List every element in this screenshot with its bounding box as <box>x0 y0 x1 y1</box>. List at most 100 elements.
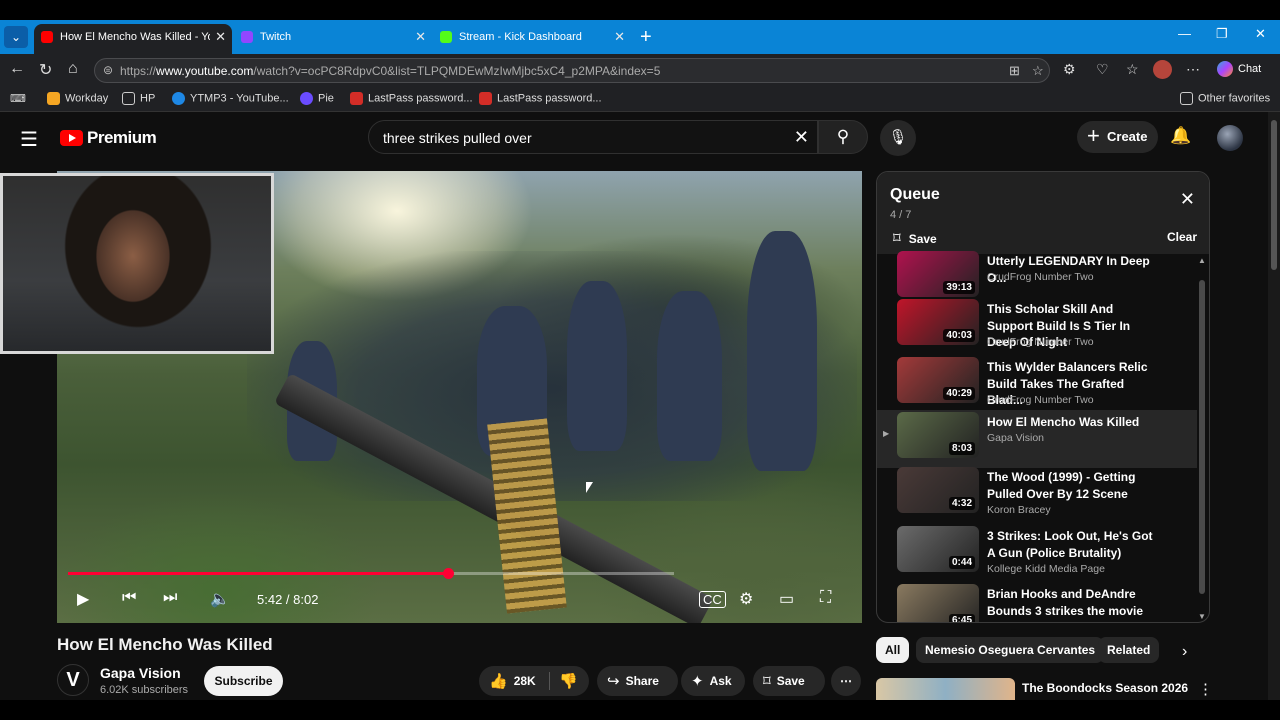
app-available-icon[interactable]: ⊞ <box>1009 63 1020 79</box>
tab-youtube[interactable]: How El Mencho Was Killed - YouTube ✕ <box>34 24 232 54</box>
channel-avatar[interactable]: V <box>57 664 89 696</box>
dislike-button[interactable]: 👎 <box>559 666 584 697</box>
captions-icon[interactable]: CC <box>699 591 726 608</box>
like-button[interactable]: 👍 28K <box>489 666 536 697</box>
more-vertical-icon[interactable]: ⋮ <box>1198 680 1213 698</box>
other-favorites[interactable]: Other favorites <box>1180 92 1270 105</box>
hamburger-menu-icon[interactable]: ☰ <box>20 127 38 152</box>
more-menu-icon[interactable]: ⋯ <box>1186 61 1200 78</box>
recommended-title[interactable]: The Boondocks Season 2026 <box>1022 681 1188 695</box>
bookmark-pie[interactable]: Pie <box>300 92 334 105</box>
queue-save-label: Save <box>908 232 937 246</box>
queue-item-channel: CrudFrog Number Two <box>987 336 1094 348</box>
profile-avatar[interactable] <box>1153 60 1172 79</box>
close-queue-icon[interactable]: ✕ <box>1180 189 1195 210</box>
queue-thumbnail: 6:45 <box>897 584 979 622</box>
new-tab-icon[interactable]: + <box>640 24 652 50</box>
minimize-icon[interactable]: — <box>1178 26 1191 41</box>
volume-icon[interactable]: 🔈 <box>210 589 230 609</box>
search-button[interactable]: ⚲ <box>818 120 868 154</box>
video-scene-figure <box>657 291 722 461</box>
refresh-icon[interactable]: ↻ <box>39 60 52 80</box>
notifications-bell-icon[interactable]: 🔔 <box>1170 126 1191 146</box>
play-icon[interactable]: ▶ <box>77 589 89 609</box>
queue-thumbnail: 40:29 <box>897 357 979 403</box>
page-scrollbar[interactable] <box>1268 112 1280 700</box>
close-tab-icon[interactable]: ✕ <box>215 24 226 50</box>
save-button[interactable]: ⌑ Save <box>753 666 825 696</box>
chip-all[interactable]: All <box>876 637 910 663</box>
chevron-right-icon[interactable]: › <box>1182 643 1187 661</box>
tab-kick[interactable]: Stream - Kick Dashboard ✕ <box>433 24 631 54</box>
subscribe-button[interactable]: Subscribe <box>204 666 283 696</box>
scroll-up-icon[interactable]: ▲ <box>1198 256 1206 265</box>
chat-label: Chat <box>1238 62 1262 75</box>
back-icon[interactable]: ← <box>9 60 25 78</box>
bookmark-workday[interactable]: Workday <box>47 92 108 105</box>
queue-item[interactable]: 0:44 3 Strikes: Look Out, He's Got A Gun … <box>877 524 1197 582</box>
bookmarks-bar: ⌨ Workday HP YTMP3 - YouTube... Pie Last… <box>0 86 1280 112</box>
pie-icon <box>300 92 313 105</box>
ask-button[interactable]: ✦ Ask <box>681 666 745 696</box>
queue-thumbnail: 0:44 <box>897 526 979 572</box>
duration-badge: 0:44 <box>948 556 975 569</box>
copilot-chat-button[interactable]: Chat <box>1217 61 1261 77</box>
progress-scrubber-handle[interactable] <box>443 568 454 579</box>
search-input[interactable]: three strikes pulled over ✕ <box>368 120 818 154</box>
close-tab-icon[interactable]: ✕ <box>415 24 426 50</box>
create-button[interactable]: Create <box>1077 120 1158 153</box>
page-scrollbar-thumb[interactable] <box>1271 120 1277 270</box>
bookmarks-menu-icon[interactable]: ⌨ <box>10 92 26 105</box>
queue-item-title: How El Mencho Was Killed <box>987 415 1140 429</box>
close-tab-icon[interactable]: ✕ <box>614 24 625 50</box>
youtube-play-logo-icon <box>60 130 83 146</box>
youtube-header: ☰ Premium three strikes pulled over ✕ ⚲ … <box>0 112 1268 164</box>
like-dislike-group: 👍 28K 👎 <box>479 666 589 696</box>
microphone-icon: 🎙 <box>888 129 908 146</box>
home-icon[interactable]: ⌂ <box>68 60 78 78</box>
logo-text: Premium <box>87 128 157 147</box>
webcam-overlay <box>0 173 274 354</box>
bookmark-folder-hp[interactable]: HP <box>122 92 155 105</box>
chip-related[interactable]: Related <box>1098 637 1160 663</box>
address-bar[interactable]: ⊜ https://www.youtube.com/watch?v=ocPC8R… <box>94 58 1050 83</box>
queue-save-button[interactable]: ⌑ Save <box>893 229 937 247</box>
queue-item[interactable]: 6:45 Brian Hooks and DeAndre Bounds 3 str… <box>877 582 1197 622</box>
clear-search-icon[interactable]: ✕ <box>794 127 809 148</box>
url-host: www.youtube.com <box>156 64 254 78</box>
scroll-down-icon[interactable]: ▼ <box>1198 612 1206 621</box>
chip-nemesio[interactable]: Nemesio Oseguera Cervantes <box>916 637 1105 663</box>
queue-item[interactable]: 4:32 The Wood (1999) - Getting Pulled Ove… <box>877 465 1197 523</box>
favorites-icon[interactable]: ☆ <box>1126 61 1139 78</box>
next-icon[interactable]: ⏭ <box>163 589 177 607</box>
extensions-icon[interactable]: ⚙ <box>1063 61 1076 78</box>
queue-clear-button[interactable]: Clear <box>1167 230 1197 244</box>
url-prefix: https:// <box>120 64 157 78</box>
tab-twitch[interactable]: Twitch ✕ <box>234 24 432 54</box>
bookmark-lastpass-2[interactable]: LastPass password... <box>479 92 602 105</box>
queue-item[interactable]: ▶ 8:03 How El Mencho Was Killed Gapa Vision <box>877 410 1197 468</box>
bookmark-ytmp3[interactable]: YTMP3 - YouTube... <box>172 92 289 105</box>
share-button[interactable]: ↪ Share <box>597 666 678 696</box>
restore-icon[interactable]: ❐ <box>1216 26 1228 42</box>
queue-item[interactable]: 40:03 This Scholar Skill And Support Buil… <box>877 297 1197 355</box>
theater-mode-icon[interactable]: ▭ <box>779 589 794 609</box>
browser-essentials-icon[interactable]: ♡ <box>1096 61 1109 78</box>
site-info-icon[interactable]: ⊜ <box>103 63 113 77</box>
close-window-icon[interactable]: ✕ <box>1255 26 1266 42</box>
fullscreen-icon[interactable]: ⛶ <box>820 589 831 607</box>
bookmark-icon: ⌑ <box>893 230 901 247</box>
channel-name[interactable]: Gapa Vision <box>100 665 181 681</box>
favorite-star-icon[interactable]: ☆ <box>1032 63 1044 79</box>
more-actions-button[interactable]: ⋯ <box>831 666 861 696</box>
voice-search-button[interactable]: 🎙 <box>880 120 916 156</box>
bookmark-lastpass-1[interactable]: LastPass password... <box>350 92 473 105</box>
duration-badge: 8:03 <box>948 442 975 455</box>
account-avatar[interactable] <box>1217 125 1243 151</box>
tab-actions-menu-icon[interactable]: ⌄ <box>4 26 28 48</box>
previous-icon[interactable]: ⏮ <box>122 589 136 607</box>
settings-gear-icon[interactable]: ⚙ <box>739 589 753 609</box>
queue-scrollbar[interactable] <box>1199 280 1205 594</box>
queue-item[interactable]: 40:29 This Wylder Balancers Relic Build T… <box>877 355 1197 413</box>
recommended-thumbnail[interactable] <box>876 678 1015 700</box>
